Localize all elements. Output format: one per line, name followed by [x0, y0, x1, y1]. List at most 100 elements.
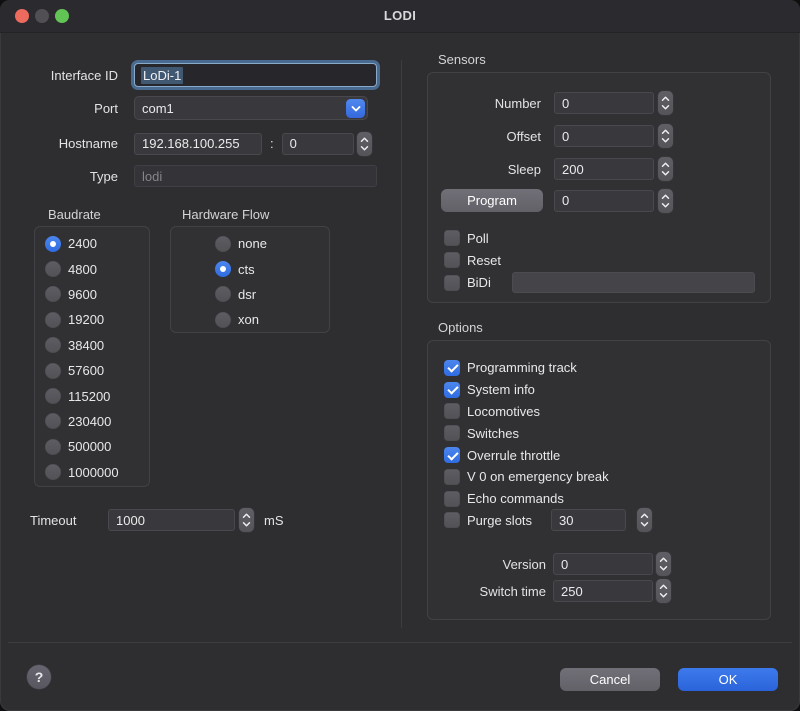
checkbox-icon[interactable] — [444, 360, 460, 376]
interface-id-field[interactable]: LoDi-1 — [134, 63, 377, 87]
radio-option-1000000[interactable]: 1000000 — [45, 460, 149, 485]
chevron-down-icon — [659, 592, 668, 598]
radio-icon[interactable] — [215, 261, 231, 277]
radio-icon[interactable] — [45, 286, 61, 302]
sensors-offset-label: Offset — [428, 129, 541, 144]
radio-icon[interactable] — [215, 286, 231, 302]
radio-option-9600[interactable]: 9600 — [45, 282, 149, 307]
radio-option-38400[interactable]: 38400 — [45, 333, 149, 358]
option-system-info[interactable]: System info — [444, 379, 652, 401]
bidi-input[interactable] — [512, 272, 755, 293]
sensors-number-stepper[interactable] — [658, 91, 673, 115]
sensors-number-label: Number — [428, 96, 541, 111]
reset-checkbox-row[interactable]: Reset — [444, 250, 501, 270]
timeout-input[interactable] — [108, 509, 235, 531]
radio-label: dsr — [238, 287, 256, 302]
radio-label: 2400 — [68, 236, 97, 251]
sensors-group: Number Offset Sleep Program Poll Reset — [427, 72, 771, 303]
radio-label: 38400 — [68, 338, 104, 353]
radio-option-2400[interactable]: 2400 — [45, 231, 149, 256]
chevron-down-icon[interactable] — [346, 99, 365, 118]
radio-option-xon[interactable]: xon — [215, 307, 329, 332]
option-overrule-throttle[interactable]: Overrule throttle — [444, 444, 652, 466]
hostname-input[interactable] — [134, 133, 262, 155]
timeout-stepper[interactable] — [239, 508, 254, 532]
option-purge-slots[interactable]: Purge slots — [444, 510, 652, 532]
radio-option-230400[interactable]: 230400 — [45, 409, 149, 434]
chevron-down-icon — [661, 202, 670, 208]
chevron-up-icon — [659, 557, 668, 563]
radio-icon[interactable] — [45, 261, 61, 277]
bidi-checkbox-row[interactable]: BiDi — [444, 272, 768, 293]
program-button[interactable]: Program — [441, 189, 543, 212]
poll-checkbox[interactable] — [444, 230, 460, 246]
help-button[interactable]: ? — [27, 665, 51, 689]
switch-time-input[interactable] — [553, 580, 653, 602]
version-input[interactable] — [553, 553, 653, 575]
version-row: Version — [428, 553, 768, 575]
baudrate-group: 2400 4800960019200 38400 576001152002304005… — [34, 226, 150, 487]
hostname-port-input[interactable] — [282, 133, 354, 155]
radio-icon[interactable] — [215, 312, 231, 328]
purge-slots-input[interactable] — [551, 509, 626, 531]
checkbox-icon[interactable] — [444, 512, 460, 528]
radio-icon[interactable] — [45, 312, 61, 328]
cancel-button[interactable]: Cancel — [560, 668, 660, 691]
checkbox-icon[interactable] — [444, 382, 460, 398]
radio-option-dsr[interactable]: dsr — [215, 282, 329, 307]
option-echo-commands[interactable]: Echo commands — [444, 488, 652, 510]
sensors-program-stepper[interactable] — [658, 189, 673, 213]
sensors-offset-input[interactable] — [554, 125, 654, 147]
option-v-0-on-emergency-break[interactable]: V 0 on emergency break — [444, 466, 652, 488]
radio-icon[interactable] — [215, 236, 231, 252]
sensors-program-input[interactable] — [554, 190, 654, 212]
radio-icon[interactable] — [45, 337, 61, 353]
radio-option-19200[interactable]: 19200 — [45, 307, 149, 332]
radio-option-4800[interactable]: 4800 — [45, 256, 149, 281]
purge-slots-stepper[interactable] — [637, 508, 652, 532]
timeout-label: Timeout — [0, 513, 92, 528]
chevron-down-icon — [640, 521, 649, 527]
option-locomotives[interactable]: Locomotives — [444, 401, 652, 423]
checkbox-label: System info — [467, 382, 535, 397]
footer-separator — [8, 642, 792, 643]
checkbox-icon[interactable] — [444, 491, 460, 507]
radio-icon[interactable] — [45, 439, 61, 455]
checkbox-icon[interactable] — [444, 403, 460, 419]
radio-icon[interactable] — [45, 236, 61, 252]
option-programming-track[interactable]: Programming track — [444, 357, 652, 379]
radio-icon[interactable] — [45, 413, 61, 429]
radio-icon[interactable] — [45, 363, 61, 379]
radio-option-115200[interactable]: 115200 — [45, 383, 149, 408]
hostname-port-stepper[interactable] — [357, 132, 372, 156]
checkbox-icon[interactable] — [444, 447, 460, 463]
sensors-sleep-input[interactable] — [554, 158, 654, 180]
chevron-down-icon — [659, 565, 668, 571]
chevron-down-icon — [661, 170, 670, 176]
switch-time-stepper[interactable] — [656, 579, 671, 603]
radio-label: xon — [238, 312, 259, 327]
chevron-up-icon — [640, 513, 649, 519]
type-input[interactable] — [134, 165, 377, 187]
radio-option-57600[interactable]: 57600 — [45, 358, 149, 383]
sensors-offset-stepper[interactable] — [658, 124, 673, 148]
option-switches[interactable]: Switches — [444, 422, 652, 444]
checkbox-icon[interactable] — [444, 425, 460, 441]
sensors-sleep-stepper[interactable] — [658, 157, 673, 181]
bidi-checkbox[interactable] — [444, 275, 460, 291]
radio-icon[interactable] — [45, 388, 61, 404]
radio-option-cts[interactable]: cts — [215, 256, 329, 281]
bidi-label: BiDi — [467, 275, 491, 290]
ok-button[interactable]: OK — [678, 668, 778, 691]
radio-option-500000[interactable]: 500000 — [45, 434, 149, 459]
checkbox-icon[interactable] — [444, 469, 460, 485]
radio-icon[interactable] — [45, 464, 61, 480]
reset-checkbox[interactable] — [444, 252, 460, 268]
sensors-number-input[interactable] — [554, 92, 654, 114]
radio-option-none[interactable]: none — [215, 231, 329, 256]
hostname-row: Hostname : — [0, 132, 395, 155]
switch-time-label: Switch time — [428, 584, 546, 599]
version-stepper[interactable] — [656, 552, 671, 576]
poll-checkbox-row[interactable]: Poll — [444, 228, 489, 248]
port-dropdown[interactable]: com1 — [134, 96, 368, 120]
